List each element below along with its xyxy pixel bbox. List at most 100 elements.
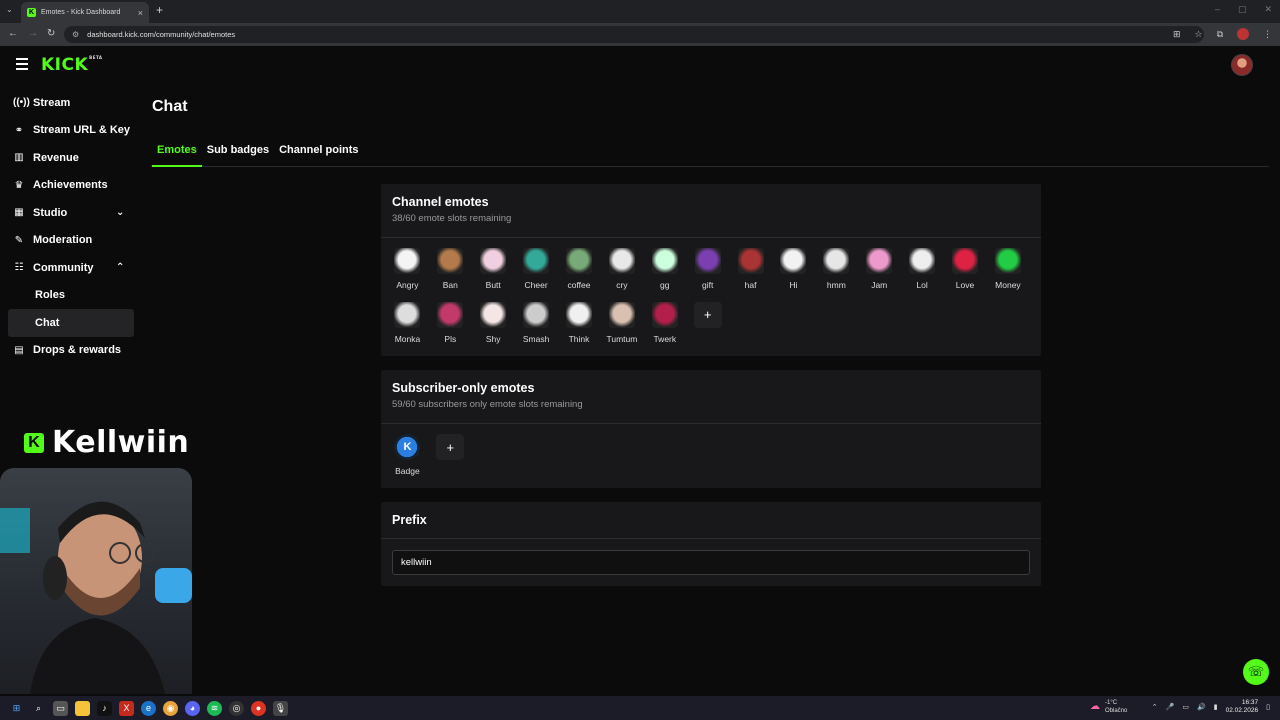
emote-item[interactable]: gift (686, 248, 729, 302)
close-icon[interactable]: × (138, 8, 143, 18)
sidebar-item-stream[interactable]: ((•)) Stream (8, 89, 134, 117)
emote-image (994, 248, 1021, 274)
emote-image (651, 301, 678, 328)
emote-item[interactable]: hmm (815, 248, 858, 302)
emote-item[interactable]: Monka (386, 301, 429, 356)
weather-desc: Oblačno (1105, 708, 1128, 714)
menu-dots-icon[interactable]: ⋮ (1263, 29, 1272, 40)
emote-item[interactable]: Think (558, 301, 601, 356)
mic-icon[interactable]: 🎤 (1166, 703, 1175, 711)
emote-item[interactable]: Pls (429, 301, 472, 356)
chevron-up-icon[interactable]: ⌃ (116, 262, 124, 273)
battery-icon[interactable]: ▮ (1214, 703, 1218, 711)
site-info-icon[interactable]: ⚙ (72, 30, 79, 39)
sidebar-item-moderation[interactable]: ✎ Moderation (8, 227, 134, 255)
kick-logo[interactable]: KICKBETA (41, 55, 102, 75)
search-icon[interactable]: ⌕ (31, 701, 46, 716)
emote-name: Badge (395, 466, 420, 476)
bookmark-star-icon[interactable]: ☆ (1194, 29, 1202, 40)
add-emote-button[interactable]: + (436, 434, 465, 460)
add-emote-button[interactable]: + (693, 301, 722, 328)
notifications-icon[interactable]: ▯ (1266, 703, 1270, 711)
sidebar-item-achievements[interactable]: ♛ Achievements (8, 172, 134, 200)
prefix-input[interactable]: kellwiin (392, 550, 1030, 575)
browser-tab[interactable]: K Emotes - Kick Dashboard × (21, 2, 149, 23)
sidebar-item-revenue[interactable]: ▥ Revenue (8, 144, 134, 172)
network-icon[interactable]: ▭ (1182, 703, 1189, 711)
obs-icon[interactable]: ◎ (229, 700, 244, 716)
chevron-down-icon[interactable]: ⌄ (116, 207, 124, 218)
emote-item[interactable]: Smash (515, 301, 558, 356)
x-app-icon[interactable]: X (119, 700, 134, 716)
back-icon[interactable]: ← (8, 28, 18, 39)
emote-item[interactable]: coffee (558, 248, 601, 302)
discord-icon[interactable]: ◕ (185, 700, 200, 716)
task-view-icon[interactable]: ▭ (53, 700, 68, 716)
emote-item[interactable]: Twerk (643, 301, 686, 356)
url-input[interactable]: ⚙ dashboard.kick.com/community/chat/emot… (64, 26, 1204, 43)
emote-item[interactable]: Ban (429, 248, 472, 302)
browser-toolbar: ⊞ ☆ ⧉ ⋮ (1173, 28, 1272, 40)
emote-name: Think (568, 333, 590, 344)
page-title: Chat (152, 98, 188, 115)
tab-emotes[interactable]: Emotes (152, 138, 202, 167)
tray-chevron-icon[interactable]: ⌃ (1152, 703, 1158, 711)
emote-item[interactable]: Hi (772, 248, 815, 302)
windows-start-icon[interactable]: ⊞ (9, 701, 24, 716)
emote-item[interactable]: Jam (858, 248, 901, 302)
emote-name: Cheer (524, 280, 548, 290)
sidebar-item-label: Revenue (33, 151, 79, 164)
emote-item[interactable]: cry (600, 248, 643, 302)
emote-item[interactable]: haf (729, 248, 772, 302)
tab-channel-points[interactable]: Channel points (274, 138, 363, 167)
sidebar: ((•)) Stream ⚭ Stream URL & Key ▥ Revenue ♛… (8, 89, 134, 364)
clock[interactable]: 16:37 02.02.2026 (1226, 699, 1259, 715)
tab-search-icon[interactable]: ⌄ (6, 5, 13, 14)
file-explorer-icon[interactable] (75, 700, 90, 716)
emote-item[interactable]: Angry (386, 248, 429, 302)
maximize-icon[interactable]: ▢ (1238, 4, 1247, 15)
translate-icon[interactable]: ⊞ (1173, 29, 1181, 40)
emote-image (523, 248, 550, 274)
tab-sub-badges[interactable]: Sub badges (202, 138, 274, 167)
system-tray: ⌃ 🎤 ▭ 🔊 ▮ 16:37 02.02.2026 ▯ (1152, 699, 1270, 715)
emote-item[interactable]: Love (944, 248, 987, 302)
reload-icon[interactable]: ↻ (47, 28, 55, 39)
recorder-icon[interactable]: ● (251, 700, 266, 716)
new-tab-icon[interactable]: + (156, 3, 163, 17)
sidebar-item-stream-url-key[interactable]: ⚭ Stream URL & Key (8, 117, 134, 145)
card-header: Prefix (381, 502, 1041, 539)
help-chat-icon[interactable]: ☏ (1243, 659, 1269, 685)
emote-name: Twerk (653, 333, 677, 344)
sidebar-item-roles[interactable]: Roles (8, 282, 134, 310)
user-avatar[interactable] (1231, 54, 1253, 76)
emote-item[interactable]: K Badge (386, 434, 429, 488)
emote-item[interactable]: Lol (901, 248, 944, 302)
forward-icon[interactable]: → (28, 28, 38, 39)
spotify-icon[interactable]: ≋ (207, 700, 222, 716)
sidebar-item-drops-rewards[interactable]: ▤ Drops & rewards (8, 337, 134, 365)
emote-item[interactable]: Butt (472, 248, 515, 302)
emote-item[interactable]: gg (643, 248, 686, 302)
microphone-app-icon[interactable]: 🎙 (273, 700, 288, 716)
emote-item[interactable]: Cheer (515, 248, 558, 302)
sidebar-item-chat[interactable]: Chat (8, 309, 134, 337)
emote-image (823, 248, 850, 274)
hamburger-menu-icon[interactable] (16, 58, 28, 73)
window-close-icon[interactable]: ✕ (1264, 4, 1272, 15)
weather-widget[interactable]: ☁ -1°C Oblačno (1090, 699, 1127, 715)
link-icon: ⚭ (14, 124, 24, 136)
emote-item[interactable]: Tumtum (600, 301, 643, 356)
emote-item[interactable]: Money (986, 248, 1029, 302)
tiktok-icon[interactable]: ♪ (97, 700, 112, 716)
extensions-icon[interactable]: ⧉ (1217, 29, 1223, 40)
sidebar-item-community[interactable]: ☷ Community ⌃ (8, 254, 134, 282)
edge-icon[interactable]: e (141, 700, 156, 716)
minimize-icon[interactable]: – (1215, 4, 1220, 15)
emote-item[interactable]: Shy (472, 301, 515, 356)
volume-icon[interactable]: 🔊 (1197, 703, 1206, 711)
chrome-icon[interactable]: ◉ (163, 700, 178, 716)
sidebar-item-studio[interactable]: ▦ Studio ⌄ (8, 199, 134, 227)
profile-icon[interactable] (1237, 28, 1249, 40)
emote-image (651, 248, 678, 274)
